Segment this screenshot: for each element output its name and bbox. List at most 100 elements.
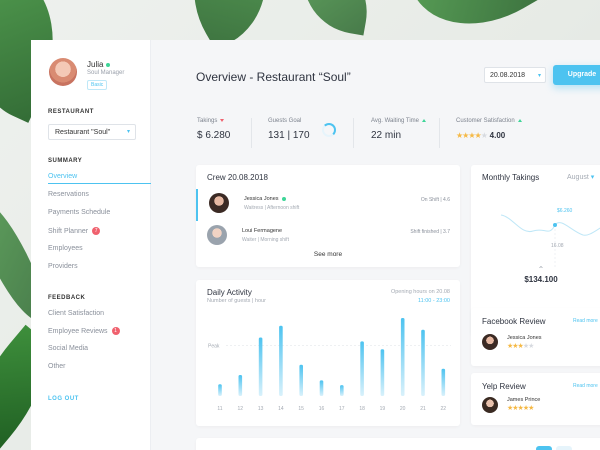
activity-bar[interactable] [319,380,324,396]
opening-hours-value: 11:00 - 23:00 [417,298,450,304]
activity-bar[interactable] [441,368,446,396]
activity-bar-chart: Peak 11 12 13 14 15 16 17 18 19 20 21 22 [208,318,451,412]
sidebar-item-client-satisfaction[interactable]: Client Satisfaction [48,310,104,317]
sidebar-item-providers[interactable]: Providers [48,263,78,270]
sidebar-item-shift-planner[interactable]: Shift Planner 7 [48,227,101,235]
activity-bar[interactable] [380,349,385,396]
hour-tick-label: 14 [278,406,284,412]
peak-value: $6.260 [557,208,573,214]
kpi-customer-satisfaction: Customer Satisfaction ★★★★★ 4.00 [456,118,522,141]
rating-stars: ★★★★★ [507,405,534,412]
divider [439,118,440,148]
monthly-sparkline [500,214,600,267]
sidebar-item-other[interactable]: Other [48,363,66,370]
trend-up-icon [517,118,522,122]
activity-bar[interactable] [340,385,344,396]
monthly-title: Monthly Takings [482,173,540,182]
hour-tick-label: 17 [339,406,345,412]
user-avatar[interactable] [49,58,77,86]
kpi-value: 131 | 170 [268,130,310,141]
kpi-value: 22 min [371,130,402,141]
activity-bar[interactable] [218,384,222,396]
crew-card: Crew 20.08.2018 Jessica Jones Waitress |… [196,165,460,267]
activity-bar[interactable] [258,337,263,397]
peak-label: Peak [208,343,220,349]
date-picker[interactable]: 20.08.2018 ▾ [484,67,546,83]
hour-tick-label: 18 [359,406,365,412]
sidebar: Julia Soul Manager Basic RESTAURANT Rest… [31,40,151,450]
sidebar-item-reservations[interactable]: Reservations [48,191,89,198]
crew-row[interactable]: Loui Fermagene Waiter | Morning shift Sh… [196,221,460,253]
online-indicator [106,62,111,67]
hour-tick-label: 20 [400,406,406,412]
hour-tick-label: 19 [380,406,386,412]
dashboard-window: Julia Soul Manager Basic RESTAURANT Rest… [31,40,600,450]
user-role: Soul Manager [87,70,125,76]
activity-bar[interactable] [360,341,364,396]
pager-dot[interactable] [556,446,572,450]
opening-hours-label: Opening hours on 20.08 [390,289,450,295]
chevron-up-icon: ⌃ [537,265,545,274]
read-more-link[interactable]: Read more [573,318,598,324]
logout-link[interactable]: LOG OUT [48,396,79,402]
activity-bar[interactable] [400,318,405,396]
sidebar-item-social-media[interactable]: Social Media [48,345,88,352]
trend-down-icon [220,118,225,122]
summary-heading: SUMMARY [48,158,83,164]
activity-bar[interactable] [299,364,303,396]
kpi-avg-waiting-time: Avg. Waiting Time 22 min [371,118,427,141]
reviewer-avatar [482,334,498,350]
hour-tick-label: 15 [298,406,304,412]
notification-badge: 7 [92,227,101,235]
notification-badge: 1 [111,327,120,335]
hour-tick-label: 13 [258,406,264,412]
hour-tick-label: 16 [319,406,325,412]
peak-date: 16.08 [551,243,564,249]
kpi-takings: Takings $ 6.280 [197,118,231,141]
chart-subtitle: Number of guests | hour [207,298,266,304]
chevron-down-icon: ▾ [537,73,541,79]
plan-badge[interactable]: Basic [87,80,108,90]
hour-tick-label: 21 [420,406,426,412]
divider [251,118,252,148]
reviewer-name: Jessica Jones [507,335,542,341]
restaurant-select[interactable]: Restaurant "Soul" ▾ [48,124,136,140]
kpi-guests-goal: Guests Goal 131 | 170 [268,118,310,141]
see-more-link[interactable]: See more [196,251,460,258]
reviewer-name: James Prince [507,397,541,403]
activity-bar[interactable] [238,374,243,396]
online-indicator [281,196,286,201]
month-select[interactable]: August ▾ [567,173,594,181]
monthly-total: $134.100 [524,275,558,284]
feedback-heading: FEEDBACK [48,295,86,301]
crew-name: Jessica Jones [244,196,286,202]
reviewer-avatar [482,397,498,413]
sidebar-item-employees[interactable]: Employees [48,245,83,252]
active-indicator [48,183,151,184]
crew-row[interactable]: Jessica Jones Waitress | Afternoon shift… [196,189,460,221]
guests-progress-ring [322,123,336,137]
sidebar-item-employee-reviews[interactable]: Employee Reviews 1 [48,327,120,335]
upgrade-button[interactable]: Upgrade [553,65,600,85]
pager-dot[interactable] [536,446,552,450]
crew-title: Crew 20.08.2018 [207,173,268,182]
activity-bar[interactable] [421,329,425,396]
crew-shift: Waiter | Morning shift [242,237,289,243]
hour-tick-label: 11 [217,406,222,412]
sidebar-item-overview[interactable]: Overview [48,173,77,180]
chevron-down-icon: ▾ [126,129,130,135]
activity-bar[interactable] [279,325,283,396]
facebook-review-card: Facebook Review Read more Jessica Jones … [471,308,600,366]
read-more-link[interactable]: Read more [573,383,598,389]
leaf-decoration [294,0,376,36]
crew-avatar [207,225,227,245]
crew-name: Loui Fermagene [242,228,283,234]
crew-status: Shift finished | 3.7 [410,229,450,235]
chevron-down-icon: ▾ [590,174,595,181]
sidebar-item-payments-schedule[interactable]: Payments Schedule [48,209,110,216]
kpi-value: $ 6.280 [197,130,231,141]
crew-status: On Shift | 4.6 [420,197,450,203]
divider [353,118,354,148]
restaurant-heading: RESTAURANT [48,109,94,115]
chart-title: Daily Activity [207,288,252,297]
